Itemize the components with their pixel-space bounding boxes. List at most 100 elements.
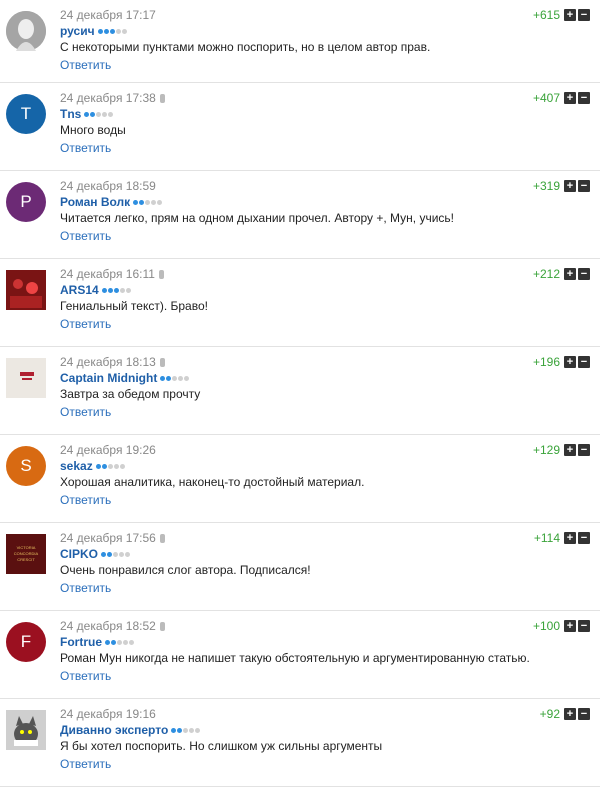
rating-dot <box>107 464 113 469</box>
vote-score: +114 <box>533 531 560 545</box>
avatar[interactable]: T <box>6 94 46 134</box>
comment-item: F 24 декабря 18:52 Fortrue Роман Мун никогд… <box>0 611 600 699</box>
reply-link[interactable]: Ответить <box>60 493 111 507</box>
vote-controls: +114 + − <box>534 531 590 545</box>
author-name[interactable]: CIPKO <box>60 547 98 561</box>
author-name[interactable]: Captain Midnight <box>60 371 157 385</box>
rating-dot <box>183 728 189 733</box>
upvote-button[interactable]: + <box>564 532 576 544</box>
avatar[interactable] <box>6 270 46 310</box>
reply-link[interactable]: Ответить <box>60 317 111 331</box>
avatar[interactable] <box>6 358 46 398</box>
reply-link[interactable]: Ответить <box>60 58 111 72</box>
downvote-button[interactable]: − <box>578 92 590 104</box>
vote-controls: +319 + − <box>533 179 590 193</box>
upvote-button[interactable]: + <box>564 356 576 368</box>
rating-dot <box>119 464 125 469</box>
tshirt-photo-icon <box>6 358 46 398</box>
rating-dot <box>123 640 128 645</box>
downvote-button[interactable]: − <box>578 620 590 632</box>
comment-date: 24 декабря 18:13 <box>60 355 165 369</box>
upvote-button[interactable]: + <box>564 620 576 632</box>
comment-date: 24 декабря 17:17 <box>60 8 156 22</box>
reply-link[interactable]: Ответить <box>60 581 111 595</box>
comment-text: Я бы хотел поспорить. Но слишком уж силь… <box>60 739 383 753</box>
comment-item: T 24 декабря 17:38 Tns Много воды Ответить +4… <box>0 83 600 171</box>
rating-dot <box>102 112 108 117</box>
rating-dot <box>166 376 172 381</box>
rating-dot <box>113 552 119 557</box>
vote-score: +212 <box>532 267 560 281</box>
author-name[interactable]: Tns <box>60 107 81 121</box>
author-name[interactable]: Диванно экспeрто <box>60 723 168 737</box>
comment-item: 24 декабря 18:13 Captain Midnight Завтра з… <box>0 347 600 435</box>
reply-link[interactable]: Ответить <box>60 669 111 683</box>
upvote-button[interactable]: + <box>564 708 576 720</box>
comment-author[interactable]: ARS14 <box>60 282 132 297</box>
comment-author[interactable]: русич <box>60 23 128 38</box>
rating-dot <box>195 728 201 733</box>
author-name[interactable]: ARS14 <box>60 283 99 297</box>
reply-link[interactable]: Ответить <box>60 229 111 243</box>
comment-author[interactable]: Captain Midnight <box>60 370 190 385</box>
comment-text: Завтра за обедом прочту <box>60 387 201 401</box>
rating-dot <box>125 552 131 557</box>
date-text: 24 декабря 16:11 <box>60 267 155 281</box>
date-text: 24 декабря 18:52 <box>60 619 156 633</box>
rating-dot <box>101 288 107 293</box>
upvote-button[interactable]: + <box>564 268 576 280</box>
reply-link[interactable]: Ответить <box>60 405 111 419</box>
rating-dot <box>119 288 125 293</box>
vote-score: +319 <box>532 179 560 193</box>
author-name[interactable]: Fortrue <box>60 635 102 649</box>
rating-dot <box>178 376 184 381</box>
comment-item: P 24 декабря 18:59 Роман Волк Читается легк… <box>0 171 600 259</box>
comment-author[interactable]: Fortrue <box>60 634 135 649</box>
rating-dot <box>101 464 107 469</box>
reply-link[interactable]: Ответить <box>60 141 111 155</box>
downvote-button[interactable]: − <box>578 708 590 720</box>
downvote-button[interactable]: − <box>578 532 590 544</box>
downvote-button[interactable]: − <box>578 444 590 456</box>
author-name[interactable]: sekaz <box>60 459 93 473</box>
comment-list: 24 декабря 17:17 русич С некоторыми пункта… <box>0 0 600 787</box>
avatar[interactable]: S <box>6 446 46 486</box>
user-rating-dots <box>160 370 190 384</box>
author-name[interactable]: русич <box>60 24 95 38</box>
downvote-button[interactable]: − <box>578 268 590 280</box>
rating-dot <box>84 112 90 117</box>
vote-score: +196 <box>532 355 560 369</box>
comment-item: VICTORIA CONCORDIA CRESCIT 24 декабря 17:56… <box>0 523 600 611</box>
avatar[interactable]: P <box>6 182 46 222</box>
downvote-button[interactable]: − <box>578 356 590 368</box>
comment-author[interactable]: sekaz <box>60 458 126 473</box>
upvote-button[interactable]: + <box>564 180 576 192</box>
avatar[interactable] <box>6 710 46 750</box>
comment-date: 24 декабря 18:52 <box>60 619 165 633</box>
comment-author[interactable]: Диванно экспeрто <box>60 722 201 737</box>
rating-dot <box>109 29 115 34</box>
reply-link[interactable]: Ответить <box>60 757 111 771</box>
downvote-button[interactable]: − <box>578 9 590 21</box>
vote-score: +92 <box>539 707 560 721</box>
comment-date: 24 декабря 17:38 <box>60 91 165 105</box>
comment-date: 24 декабря 19:26 <box>60 443 156 457</box>
upvote-button[interactable]: + <box>564 444 576 456</box>
rating-dot <box>119 552 125 557</box>
downvote-button[interactable]: − <box>578 180 590 192</box>
microphone-icon <box>158 270 164 279</box>
upvote-button[interactable]: + <box>564 9 576 21</box>
upvote-button[interactable]: + <box>564 92 576 104</box>
comment-author[interactable]: Tns <box>60 106 114 121</box>
rating-dot <box>97 29 103 34</box>
author-name[interactable]: Роман Волк <box>60 195 130 209</box>
microphone-icon <box>159 534 165 543</box>
crowd-photo-icon <box>6 270 46 310</box>
avatar[interactable] <box>6 11 46 51</box>
avatar[interactable]: F <box>6 622 46 662</box>
comment-author[interactable]: CIPKO <box>60 546 131 561</box>
comment-author[interactable]: Роман Волк <box>60 194 163 209</box>
rating-dot <box>157 200 163 205</box>
avatar[interactable]: VICTORIA CONCORDIA CRESCIT <box>6 534 46 574</box>
anonymous-mask-icon <box>6 11 46 51</box>
